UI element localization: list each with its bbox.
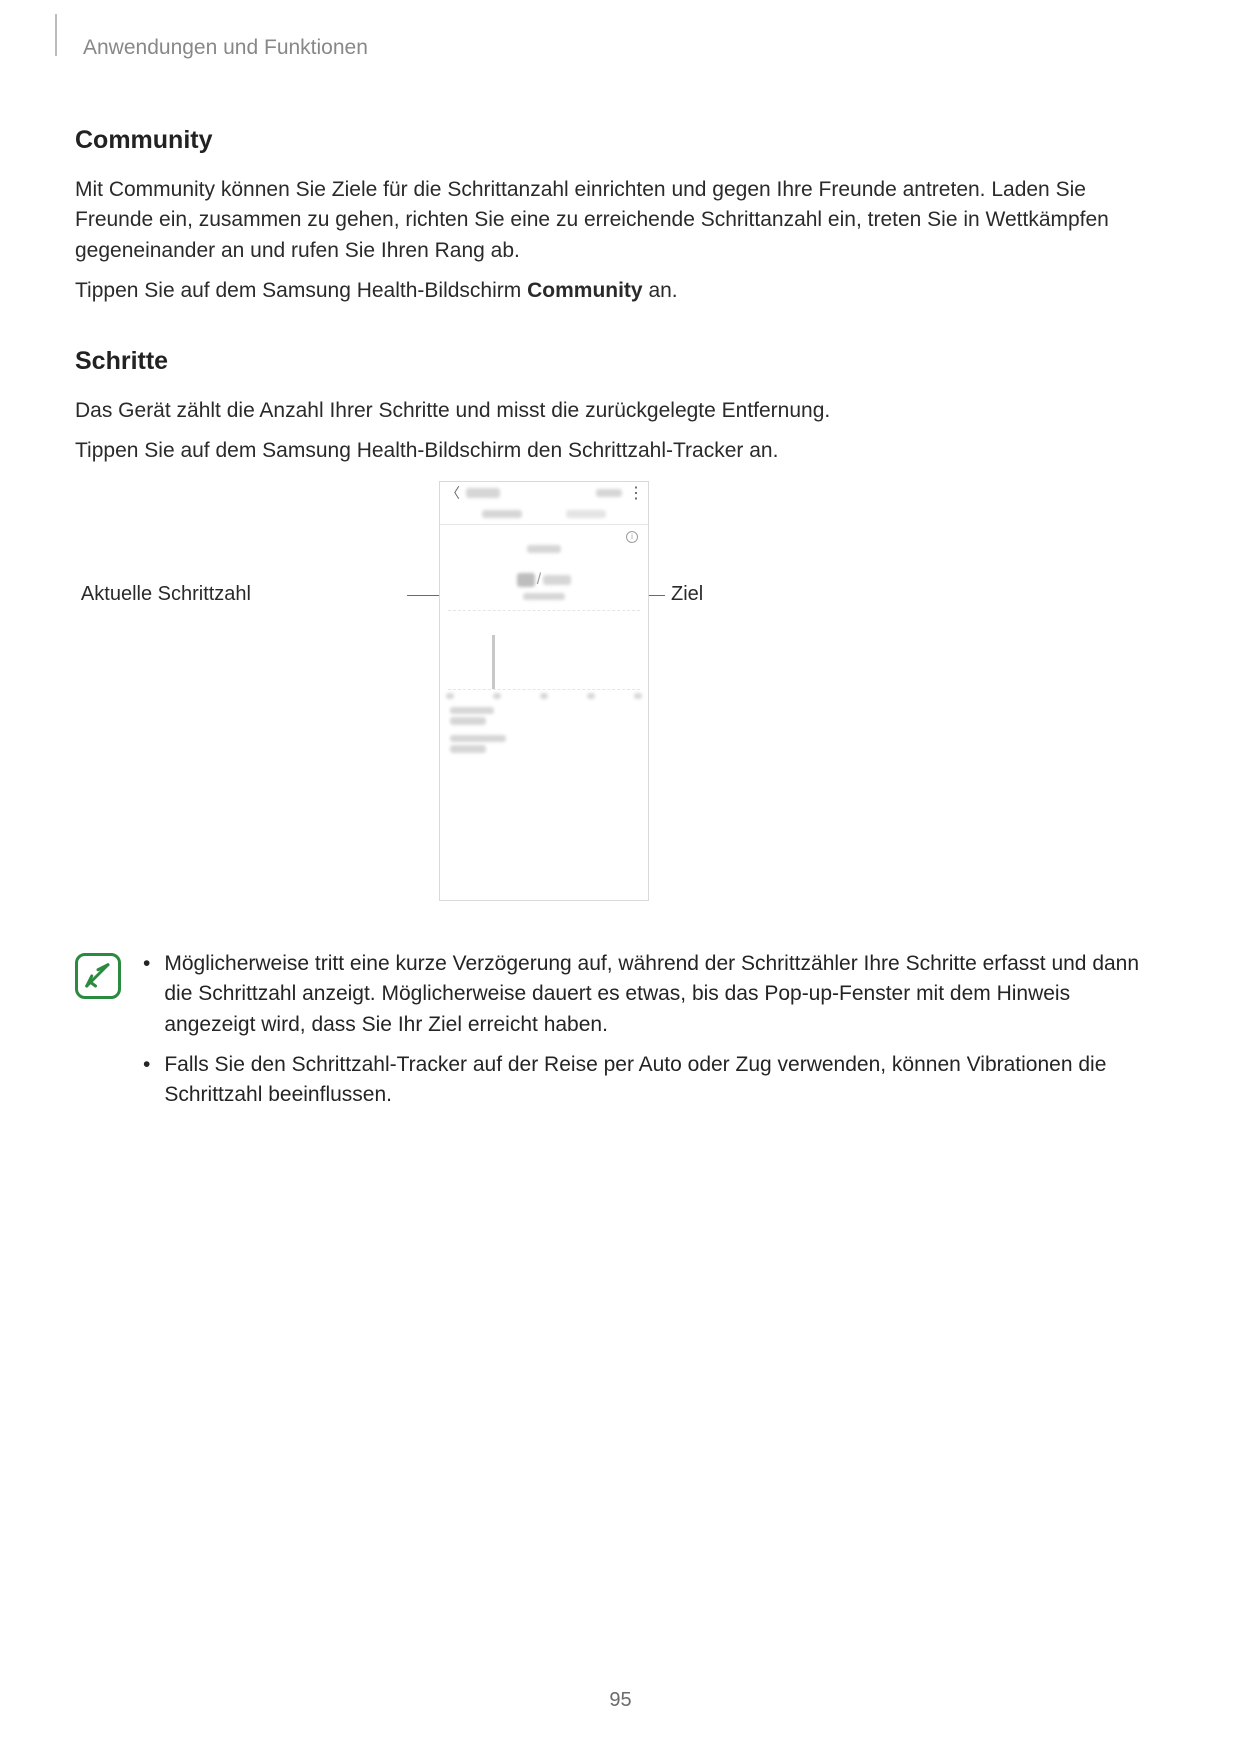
community-p2-pre: Tippen Sie auf dem Samsung Health-Bildsc… bbox=[75, 279, 527, 302]
callout-goal: Ziel bbox=[671, 583, 703, 606]
tick-2 bbox=[493, 693, 501, 699]
community-paragraph-2: Tippen Sie auf dem Samsung Health-Bildsc… bbox=[75, 276, 1166, 306]
more-icon: ⋮ bbox=[628, 483, 642, 503]
community-paragraph-1: Mit Community können Sie Ziele für die S… bbox=[75, 175, 1166, 266]
tab-2-blur bbox=[566, 510, 606, 518]
stat-2-value bbox=[450, 745, 486, 753]
count-slash: / bbox=[537, 571, 541, 589]
note-item-2: • Falls Sie den Schrittzahl-Tracker auf … bbox=[143, 1050, 1166, 1111]
step-count-row: / bbox=[440, 571, 648, 589]
tick-4 bbox=[587, 693, 595, 699]
stat-1-value bbox=[450, 717, 486, 725]
label-blur bbox=[527, 545, 561, 553]
schritte-paragraph-1: Das Gerät zählt die Anzahl Ihrer Schritt… bbox=[75, 396, 1166, 426]
stat-2-label bbox=[450, 735, 506, 742]
note-item-1: • Möglicherweise tritt eine kurze Verzög… bbox=[143, 949, 1166, 1040]
stat-row-2 bbox=[450, 735, 638, 753]
tick-1 bbox=[446, 693, 454, 699]
page-number: 95 bbox=[0, 1689, 1241, 1712]
action-blur bbox=[596, 489, 622, 497]
info-icon: i bbox=[626, 531, 638, 543]
subcount-blur bbox=[523, 593, 565, 600]
stat-row-1 bbox=[450, 707, 638, 725]
goal-steps-blur bbox=[543, 575, 571, 585]
callout-current-steps: Aktuelle Schrittzahl bbox=[81, 583, 251, 606]
phone-tabs bbox=[440, 506, 648, 525]
stat-rows bbox=[440, 699, 648, 771]
figure-step-tracker: Aktuelle Schrittzahl Ziel 〈 ⋮ i bbox=[75, 481, 1166, 921]
note-block: • Möglicherweise tritt eine kurze Verzög… bbox=[75, 949, 1166, 1121]
tick-5 bbox=[634, 693, 642, 699]
heading-community: Community bbox=[75, 126, 1166, 155]
schritte-paragraph-2: Tippen Sie auf dem Samsung Health-Bildsc… bbox=[75, 436, 1166, 466]
running-header: Anwendungen und Funktionen bbox=[83, 36, 1166, 60]
phone-main: i / bbox=[440, 525, 648, 771]
axis-ticks bbox=[440, 690, 648, 699]
bar-1 bbox=[492, 635, 495, 689]
title-blur bbox=[466, 488, 500, 498]
phone-mockup: 〈 ⋮ i / bbox=[439, 481, 649, 901]
note-text-2: Falls Sie den Schrittzahl-Tracker auf de… bbox=[164, 1050, 1166, 1111]
back-icon: 〈 bbox=[446, 483, 460, 503]
header-side-mark bbox=[55, 14, 57, 56]
note-icon bbox=[75, 953, 121, 999]
heading-schritte: Schritte bbox=[75, 347, 1166, 376]
current-steps-blur bbox=[517, 573, 535, 587]
note-text-1: Möglicherweise tritt eine kurze Verzöger… bbox=[164, 949, 1166, 1040]
note-list: • Möglicherweise tritt eine kurze Verzög… bbox=[143, 949, 1166, 1121]
community-p2-bold: Community bbox=[527, 279, 643, 302]
phone-titlebar: 〈 ⋮ bbox=[440, 482, 648, 506]
bullet-2: • bbox=[143, 1050, 150, 1111]
tab-1-blur bbox=[482, 510, 522, 518]
bar-chart-area bbox=[448, 610, 640, 690]
community-p2-post: an. bbox=[643, 279, 678, 302]
bullet-1: • bbox=[143, 949, 150, 1040]
stat-1-label bbox=[450, 707, 494, 714]
tick-3 bbox=[540, 693, 548, 699]
